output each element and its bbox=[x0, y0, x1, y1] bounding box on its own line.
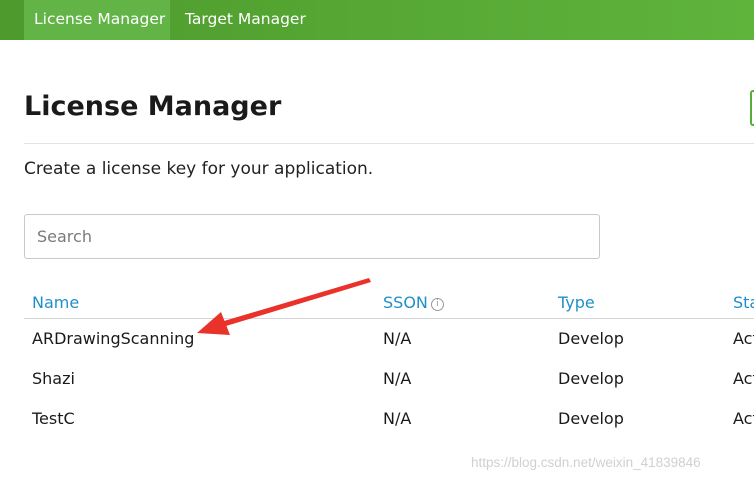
column-header-sson-label: SSON bbox=[383, 293, 428, 312]
license-manager-page: License Manager Target Manager License M… bbox=[0, 0, 754, 482]
table-row[interactable]: Shazi N/A Develop Act bbox=[0, 369, 754, 409]
table-row[interactable]: ARDrawingScanning N/A Develop Act bbox=[0, 329, 754, 369]
search-input[interactable] bbox=[24, 214, 600, 259]
page-title: License Manager bbox=[24, 91, 282, 122]
tab-target-manager[interactable]: Target Manager bbox=[175, 0, 316, 40]
create-key-button[interactable] bbox=[750, 90, 754, 126]
watermark-text: https://blog.csdn.net/weixin_41839846 bbox=[471, 455, 701, 470]
page-subtitle: Create a license key for your applicatio… bbox=[24, 159, 374, 179]
license-name-link[interactable]: Shazi bbox=[32, 369, 75, 388]
type-cell: Develop bbox=[558, 409, 624, 428]
column-header-status[interactable]: Sta bbox=[733, 293, 754, 312]
table-row[interactable]: TestC N/A Develop Act bbox=[0, 409, 754, 449]
status-cell: Act bbox=[733, 409, 754, 428]
status-cell: Act bbox=[733, 329, 754, 348]
table-header-divider bbox=[24, 318, 754, 319]
column-header-type[interactable]: Type bbox=[558, 293, 595, 312]
info-icon[interactable]: i bbox=[430, 298, 444, 311]
top-navigation: License Manager Target Manager bbox=[0, 0, 754, 40]
license-name-link[interactable]: TestC bbox=[32, 409, 75, 428]
sson-cell: N/A bbox=[383, 329, 412, 348]
header-divider bbox=[24, 143, 754, 144]
sson-cell: N/A bbox=[383, 369, 412, 388]
type-cell: Develop bbox=[558, 329, 624, 348]
license-name-link[interactable]: ARDrawingScanning bbox=[32, 329, 194, 348]
column-header-name[interactable]: Name bbox=[32, 293, 79, 312]
sson-cell: N/A bbox=[383, 409, 412, 428]
type-cell: Develop bbox=[558, 369, 624, 388]
tab-license-manager[interactable]: License Manager bbox=[24, 0, 170, 40]
status-cell: Act bbox=[733, 369, 754, 388]
column-header-sson[interactable]: SSON i bbox=[383, 293, 444, 312]
